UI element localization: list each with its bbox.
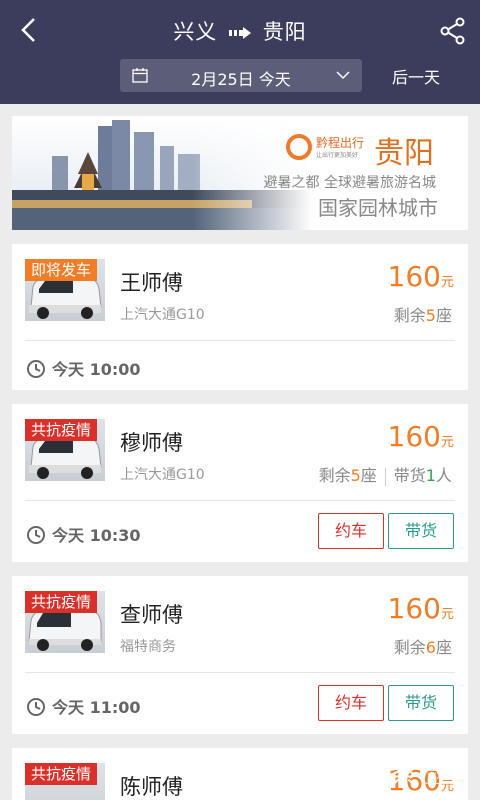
brand-logo-icon xyxy=(286,134,312,160)
status-badge: 共抗疫情 xyxy=(25,591,98,613)
carry-label: 带货 xyxy=(393,466,426,485)
date-selector[interactable]: 2月25日 今天 xyxy=(120,59,362,92)
seats-count: 5 xyxy=(350,466,361,485)
route-to: 贵阳 xyxy=(262,20,307,44)
clock-icon xyxy=(27,360,45,378)
vehicle-model: 上汽大通G10 xyxy=(120,467,205,483)
departure-time: 今天 11:00 xyxy=(26,694,141,718)
price-unit: 元 xyxy=(440,607,454,622)
banner-tagline: 避暑之都 全球避暑旅游名城 xyxy=(263,175,436,191)
driver-name: 陈师傅 xyxy=(120,775,183,799)
book-ride-button[interactable]: 约车 xyxy=(318,513,384,549)
carry-unit: 人 xyxy=(435,466,452,485)
departure-time-text: 今天 11:00 xyxy=(52,698,141,717)
trip-card[interactable]: 共抗疫情 查师傅 福特商务 160元 剩余6座 今天 11:00 约车 带货 xyxy=(12,576,468,734)
watermark-text: 微茶 xyxy=(358,758,419,793)
trip-card[interactable]: 即将发车 王师傅 上汽大通G10 160元 剩余5座 今天 10:00 xyxy=(12,244,468,390)
seats-remaining: 剩余6座 xyxy=(394,634,452,658)
divider xyxy=(25,340,455,341)
share-icon[interactable] xyxy=(438,16,468,46)
route-arrow-icon xyxy=(229,27,251,39)
promo-banner[interactable]: 黔程出行 让出行更加美好 贵阳 避暑之都 全球避暑旅游名城 国家园林城市 xyxy=(12,116,468,230)
vehicle-model: 福特商务 xyxy=(120,639,176,655)
watermark: 微茶 WXCHA xyxy=(358,750,466,794)
seats-count: 5 xyxy=(425,306,436,325)
status-badge: 共抗疫情 xyxy=(25,419,98,441)
banner-tagline-large: 国家园林城市 xyxy=(318,196,438,220)
carry-goods-button[interactable]: 带货 xyxy=(388,513,454,549)
top-bar: 兴义 贵阳 2月25日 今天 后一天 xyxy=(0,0,480,104)
vehicle-photo: 共抗疫情 xyxy=(25,591,105,653)
vehicle-photo: 共抗疫情 xyxy=(25,419,105,481)
chevron-down-icon xyxy=(336,71,350,80)
seats-unit: 座 xyxy=(435,638,452,657)
price: 160元 xyxy=(388,260,454,293)
watermark-small-text: WXCHA xyxy=(422,769,466,784)
seats-remaining: 剩余5座 带货1人 xyxy=(319,462,452,486)
driver-name: 查师傅 xyxy=(120,603,183,627)
vehicle-photo: 即将发车 xyxy=(25,259,105,321)
departure-time-text: 今天 10:00 xyxy=(52,360,141,379)
seats-label: 剩余 xyxy=(393,638,426,657)
seats-remaining: 剩余5座 xyxy=(394,302,452,326)
seats-unit: 座 xyxy=(435,306,452,325)
route-from: 兴义 xyxy=(173,20,218,44)
price: 160元 xyxy=(388,592,454,625)
vehicle-photo: 共抗疫情 xyxy=(25,763,105,800)
price-value: 160 xyxy=(387,420,441,453)
departure-time: 今天 10:00 xyxy=(26,356,141,380)
clock-icon xyxy=(27,526,45,544)
trip-card[interactable]: 共抗疫情 穆师傅 上汽大通G10 160元 剩余5座 带货1人 今天 10:30 … xyxy=(12,404,468,562)
departure-time: 今天 10:30 xyxy=(26,522,141,546)
clock-icon xyxy=(27,698,45,716)
book-ride-button[interactable]: 约车 xyxy=(318,685,384,721)
carry-goods-button[interactable]: 带货 xyxy=(388,685,454,721)
price-value: 160 xyxy=(387,592,441,625)
driver-name: 穆师傅 xyxy=(120,431,183,455)
banner-city: 贵阳 xyxy=(374,136,434,171)
carry-count: 1 xyxy=(425,466,436,485)
divider xyxy=(25,500,455,501)
brand-name: 黔程出行 xyxy=(316,136,365,150)
route-title: 兴义 贵阳 xyxy=(0,16,480,46)
departure-time-text: 今天 10:30 xyxy=(52,526,141,545)
price-unit: 元 xyxy=(440,275,454,290)
price: 160元 xyxy=(388,420,454,453)
status-badge: 即将发车 xyxy=(25,259,98,281)
status-badge: 共抗疫情 xyxy=(25,763,98,785)
price-unit: 元 xyxy=(440,435,454,450)
brand-slogan: 让出行更加美好 xyxy=(316,152,359,159)
price-value: 160 xyxy=(387,260,441,293)
driver-name: 王师傅 xyxy=(120,271,183,295)
next-day-button[interactable]: 后一天 xyxy=(392,64,440,88)
divider xyxy=(25,672,455,673)
seats-label: 剩余 xyxy=(318,466,351,485)
seats-unit: 座 xyxy=(360,466,377,485)
vehicle-model: 上汽大通G10 xyxy=(120,307,205,323)
seats-label: 剩余 xyxy=(393,306,426,325)
date-label: 2月25日 今天 xyxy=(191,70,291,89)
seats-count: 6 xyxy=(425,638,436,657)
divider xyxy=(384,467,386,486)
